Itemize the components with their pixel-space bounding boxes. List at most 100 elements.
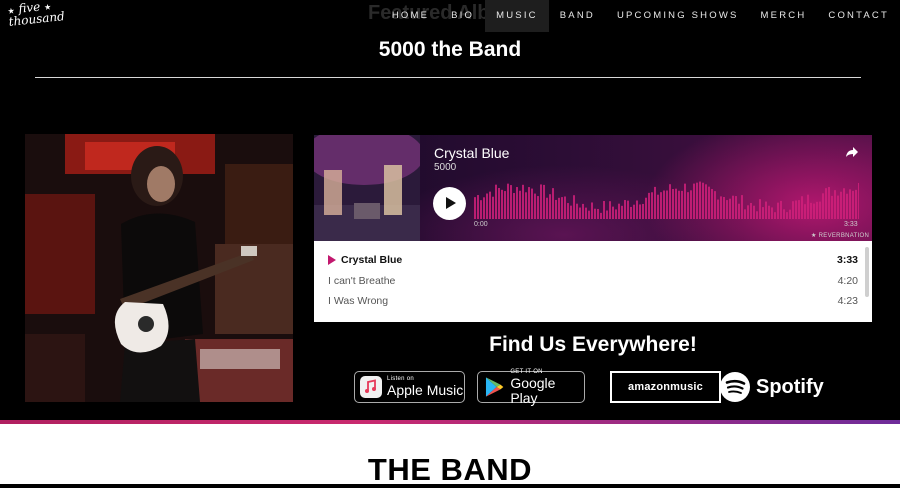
waveform-bar (582, 203, 584, 219)
waveform-bar (795, 200, 797, 219)
waveform[interactable] (474, 179, 859, 219)
waveform-bar (540, 184, 542, 219)
waveform-bar (756, 211, 758, 219)
waveform-bar (549, 194, 551, 219)
waveform-bar (621, 205, 623, 219)
waveform-bar (804, 204, 806, 219)
waveform-bar (630, 206, 632, 219)
waveform-bar (735, 196, 737, 219)
waveform-bar (849, 189, 851, 219)
waveform-bar (732, 195, 734, 219)
time-end: 3:33 (844, 221, 858, 228)
nav-home[interactable]: HOME (381, 0, 440, 32)
waveform-bar (762, 207, 764, 219)
section-title: 5000 the Band (378, 38, 522, 61)
track-duration: 3:33 (836, 254, 858, 266)
waveform-bar (708, 186, 710, 219)
waveform-bar (534, 193, 536, 219)
waveform-bar (531, 188, 533, 219)
playing-icon (328, 255, 336, 265)
waveform-bar (624, 200, 626, 219)
waveform-bar (579, 207, 581, 219)
reverbnation-logo[interactable]: ★ REVERBNATION (811, 232, 869, 239)
waveform-bar (657, 194, 659, 219)
nav-music[interactable]: MUSIC (485, 0, 549, 32)
find-us-heading: Find Us Everywhere! (489, 333, 697, 356)
waveform-bar (684, 183, 686, 219)
waveform-bar (648, 192, 650, 219)
music-player-widget: Crystal Blue 5000 0:00 3:33 ★ REVERBNATI… (314, 135, 872, 322)
waveform-bar (633, 204, 635, 219)
spotify-text: Spotify (756, 375, 824, 398)
waveform-bar (705, 184, 707, 219)
apple-music-badge[interactable]: Listen on Apple Music (354, 371, 465, 403)
logo-line-2: thousand (7, 9, 66, 29)
waveform-bar (510, 185, 512, 219)
waveform-bar (594, 208, 596, 219)
google-play-badge[interactable]: GET IT ON Google Play (477, 369, 585, 405)
spotify-badge[interactable]: Spotify (720, 371, 828, 403)
waveform-bar (789, 209, 791, 219)
nav-band[interactable]: BAND (549, 0, 606, 32)
nav-merch[interactable]: MERCH (750, 0, 818, 32)
waveform-bar (501, 189, 503, 219)
site-logo[interactable]: ★ five ★ thousand (7, 0, 66, 29)
track-row[interactable]: I Was Wrong 4:23 (328, 291, 858, 311)
waveform-bar (771, 207, 773, 219)
track-duration: 4:20 (837, 275, 858, 287)
waveform-bar (585, 207, 587, 219)
waveform-bar (492, 196, 494, 219)
waveform-bar (642, 203, 644, 219)
divider (35, 77, 861, 78)
waveform-bar (483, 197, 485, 219)
track-list: Crystal Blue 3:33 I can't Breathe 4:20 I… (314, 241, 872, 322)
waveform-bar (741, 195, 743, 219)
nav-upcoming-shows[interactable]: UPCOMING SHOWS (606, 0, 750, 32)
player-header: Crystal Blue 5000 0:00 3:33 ★ REVERBNATI… (314, 135, 872, 241)
waveform-bar (717, 199, 719, 219)
waveform-bar (636, 200, 638, 219)
waveform-bar (564, 196, 566, 219)
waveform-bar (672, 189, 674, 219)
track-name: Crystal Blue (341, 254, 403, 266)
waveform-bar (669, 184, 671, 219)
waveform-bar (690, 190, 692, 219)
nav-contact[interactable]: CONTACT (817, 0, 900, 32)
play-button[interactable] (433, 187, 466, 220)
track-row[interactable]: I can't Breathe 4:20 (328, 271, 858, 291)
waveform-bar (816, 201, 818, 219)
waveform-bar (759, 199, 761, 219)
waveform-bar (858, 182, 859, 219)
tracklist-scrollbar[interactable] (865, 247, 869, 297)
waveform-bar (645, 197, 647, 219)
amazon-music-badge[interactable]: amazonmusic (610, 371, 721, 403)
track-name: I can't Breathe (328, 275, 396, 287)
waveform-bar (603, 201, 605, 219)
waveform-bar (798, 200, 800, 219)
waveform-bar (522, 184, 524, 219)
track-duration: 4:23 (837, 295, 858, 307)
badge-big-text: Apple Music (387, 382, 464, 398)
waveform-bar (588, 210, 590, 219)
track-row[interactable]: Crystal Blue 3:33 (328, 250, 858, 270)
waveform-bar (753, 205, 755, 219)
waveform-bar (813, 203, 815, 219)
waveform-bar (810, 202, 812, 219)
waveform-bar (780, 200, 782, 219)
waveform-bar (819, 201, 821, 219)
waveform-bar (558, 197, 560, 219)
waveform-bar (822, 193, 824, 219)
waveform-bar (546, 197, 548, 219)
waveform-bar (486, 193, 488, 219)
waveform-bar (750, 202, 752, 219)
waveform-bar (678, 190, 680, 219)
nav-bio[interactable]: BIO (440, 0, 485, 32)
google-play-icon (485, 377, 504, 397)
waveform-bar (606, 210, 608, 219)
waveform-bar (825, 188, 827, 219)
share-icon[interactable] (845, 145, 859, 159)
waveform-bar (729, 198, 731, 219)
waveform-bar (525, 192, 527, 219)
waveform-bar (516, 187, 518, 219)
waveform-bar (513, 193, 515, 219)
